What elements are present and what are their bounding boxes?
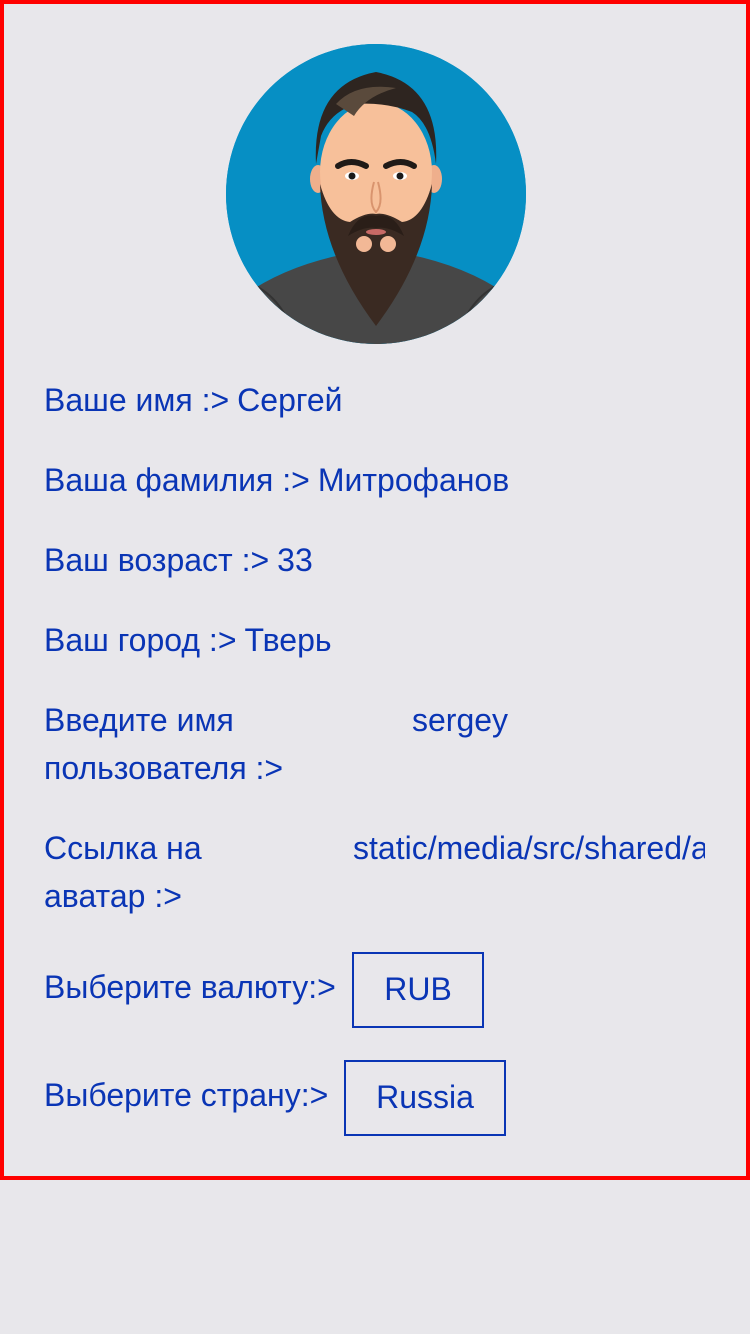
currency-label: Выберите валюту:>: [44, 969, 336, 1005]
age-row: Ваш возраст :> 33: [44, 536, 313, 584]
currency-select[interactable]: RUB: [352, 952, 484, 1028]
age-label: Ваш возраст :>: [44, 542, 270, 578]
username-label: Введите имя пользователя :>: [44, 702, 284, 786]
avatar-link-row: Ссылка на аватар :> static/media/src/sha…: [44, 824, 708, 920]
avatar: [226, 44, 526, 344]
age-value: 33: [277, 542, 313, 578]
city-label: Ваш город :>: [44, 622, 237, 658]
username-row: Введите имя пользователя :> sergey: [44, 696, 724, 792]
avatar-link-value[interactable]: static/media/src/shared/a: [353, 824, 705, 872]
surname-row: Ваша фамилия :> Митрофанов: [44, 456, 509, 504]
name-value: Сергей: [237, 382, 343, 418]
surname-value: Митрофанов: [317, 462, 510, 498]
name-label: Ваше имя :>: [44, 382, 230, 418]
city-value: Тверь: [244, 622, 332, 658]
country-select[interactable]: Russia: [344, 1060, 506, 1136]
name-row: Ваше имя :> Сергей: [44, 376, 343, 424]
avatar-link-label: Ссылка на аватар :>: [44, 830, 202, 914]
bearded-man-avatar-icon: [226, 44, 526, 344]
country-label: Выберите страну:>: [44, 1077, 329, 1113]
city-row: Ваш город :> Тверь: [44, 616, 332, 664]
surname-label: Ваша фамилия :>: [44, 462, 310, 498]
profile-frame: Ваше имя :> Сергей Ваша фамилия :> Митрофа…: [0, 0, 750, 1180]
username-value[interactable]: sergey: [412, 696, 508, 744]
